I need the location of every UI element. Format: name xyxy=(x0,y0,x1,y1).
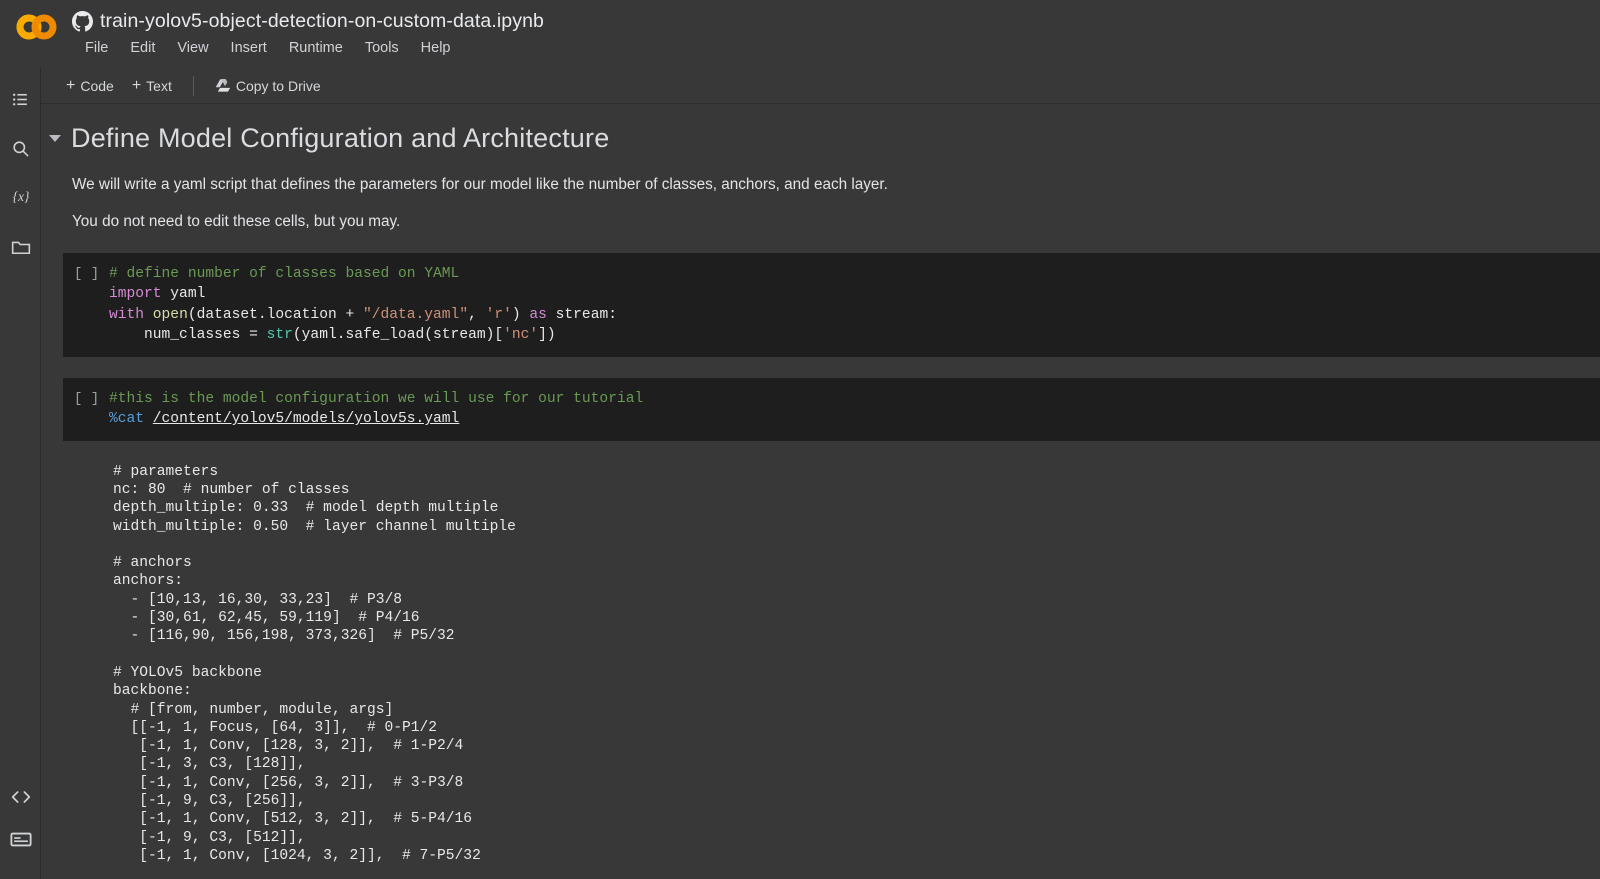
notebook-title: train-yolov5-object-detection-on-custom-… xyxy=(100,9,544,32)
plus-icon: + xyxy=(66,76,76,94)
toolbar-divider xyxy=(192,75,194,96)
markdown-paragraph-2: You do not need to edit these cells, but… xyxy=(72,213,401,231)
copy-to-drive-button[interactable]: Copy to Drive xyxy=(206,74,330,98)
collapse-caret-icon[interactable] xyxy=(49,135,61,142)
page-title: Define Model Configuration and Architect… xyxy=(71,123,610,153)
code-snippets-icon xyxy=(11,789,31,805)
menu-insert[interactable]: Insert xyxy=(220,38,278,58)
add-text-cell-button[interactable]: + Text xyxy=(123,74,181,98)
add-code-label: Code xyxy=(80,77,114,94)
sidebar-item-table-of-contents[interactable] xyxy=(0,76,41,122)
github-icon xyxy=(72,10,93,32)
menu-file[interactable]: File xyxy=(74,38,119,58)
run-cell-button[interactable]: [ ] xyxy=(63,264,109,346)
add-text-label: Text xyxy=(146,77,172,94)
search-icon xyxy=(11,139,30,158)
menu-bar: File Edit View Insert Runtime Tools Help xyxy=(74,38,462,58)
variables-icon: {x} xyxy=(10,187,32,207)
cell-output-text: # parameters nc: 80 # number of classes … xyxy=(113,463,516,864)
code-cell-source[interactable]: #this is the model configuration we will… xyxy=(109,389,643,430)
sidebar-item-code-snippets[interactable] xyxy=(0,774,41,820)
sidebar-item-terminal[interactable] xyxy=(0,816,41,862)
cell-output: # parameters nc: 80 # number of classes … xyxy=(63,454,1600,866)
left-sidebar-rail: {x} xyxy=(0,68,41,879)
table-of-contents-icon xyxy=(11,90,30,109)
code-comment: #this is the model configuration we will… xyxy=(109,390,644,407)
title-bar: train-yolov5-object-detection-on-custom-… xyxy=(0,0,1600,68)
notebook-toolbar: + Code + Text Copy to Drive xyxy=(41,68,1600,104)
menu-tools[interactable]: Tools xyxy=(354,38,410,58)
section-header: Define Model Configuration and Architect… xyxy=(41,105,1600,154)
menu-edit[interactable]: Edit xyxy=(119,38,166,58)
sidebar-item-search[interactable] xyxy=(0,125,41,171)
colab-logo[interactable] xyxy=(14,12,60,42)
plus-icon: + xyxy=(131,76,142,94)
sidebar-item-files[interactable] xyxy=(0,224,41,270)
menu-help[interactable]: Help xyxy=(410,38,462,58)
code-cell[interactable]: [ ] #this is the model configuration we … xyxy=(63,377,1600,441)
terminal-icon xyxy=(9,831,32,848)
code-comment: # define number of classes based on YAML xyxy=(109,265,460,282)
google-drive-icon xyxy=(215,78,231,93)
code-cell-source[interactable]: # define number of classes based on YAML… xyxy=(109,264,617,346)
menu-view[interactable]: View xyxy=(166,38,219,58)
markdown-paragraph-1: We will write a yaml script that defines… xyxy=(72,176,888,193)
files-folder-icon xyxy=(11,238,31,256)
code-cell[interactable]: [ ] # define number of classes based on … xyxy=(63,252,1600,357)
sidebar-item-variables[interactable]: {x} xyxy=(0,174,41,220)
copy-to-drive-label: Copy to Drive xyxy=(235,77,321,94)
notebook-content: Define Model Configuration and Architect… xyxy=(41,105,1600,879)
document-title-row[interactable]: train-yolov5-object-detection-on-custom-… xyxy=(72,6,544,36)
svg-text:{x}: {x} xyxy=(12,189,29,204)
menu-runtime[interactable]: Runtime xyxy=(278,38,354,58)
add-code-cell-button[interactable]: + Code xyxy=(57,74,123,98)
run-cell-button[interactable]: [ ] xyxy=(63,389,109,430)
